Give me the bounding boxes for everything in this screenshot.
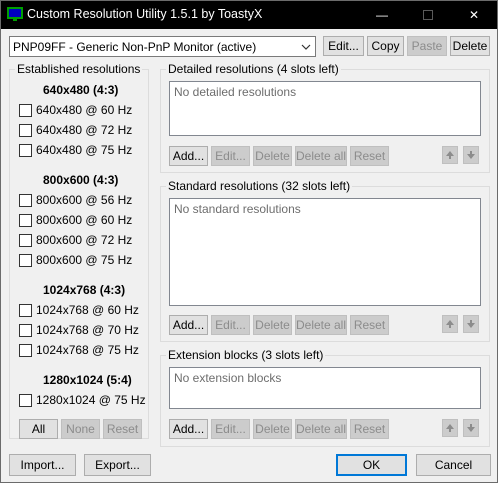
extension-title: Extension blocks (3 slots left) xyxy=(166,348,326,362)
maximize-icon xyxy=(423,10,433,20)
checkbox-label: 640x480 @ 60 Hz xyxy=(36,103,133,117)
copy-button[interactable]: Copy xyxy=(367,36,404,56)
checkbox-800x600-75[interactable]: 800x600 @ 75 Hz xyxy=(19,253,132,267)
detailed-reset-button[interactable]: Reset xyxy=(350,146,389,166)
established-reset-button[interactable]: Reset xyxy=(103,419,142,439)
app-window: Custom Resolution Utility 1.5.1 by Toast… xyxy=(0,0,498,483)
detailed-move-up-button[interactable] xyxy=(442,146,458,164)
detailed-title: Detailed resolutions (4 slots left) xyxy=(166,62,341,76)
standard-move-down-button[interactable] xyxy=(463,315,479,333)
checkbox-label: 800x600 @ 60 Hz xyxy=(36,213,133,227)
monitor-select-value: PNP09FF - Generic Non-PnP Monitor (activ… xyxy=(13,40,257,54)
checkbox-label: 1280x1024 @ 75 Hz xyxy=(36,393,146,407)
checkbox-label: 800x600 @ 72 Hz xyxy=(36,233,133,247)
checkbox-label: 640x480 @ 72 Hz xyxy=(36,123,133,137)
export-button[interactable]: Export... xyxy=(84,454,151,476)
checkbox-label: 640x480 @ 75 Hz xyxy=(36,143,133,157)
extension-add-button[interactable]: Add... xyxy=(169,419,208,439)
checkbox-800x600-72[interactable]: 800x600 @ 72 Hz xyxy=(19,233,132,247)
checkbox-box[interactable] xyxy=(19,193,32,207)
detailed-empty-text: No detailed resolutions xyxy=(174,85,297,99)
standard-delete-button[interactable]: Delete xyxy=(253,315,292,335)
extension-reset-button[interactable]: Reset xyxy=(350,419,389,439)
arrow-up-icon xyxy=(446,424,454,432)
detailed-edit-button[interactable]: Edit... xyxy=(211,146,250,166)
checkbox-box[interactable] xyxy=(19,213,32,227)
close-icon: ✕ xyxy=(468,8,480,22)
checkbox-1280x1024-75[interactable]: 1280x1024 @ 75 Hz xyxy=(19,393,146,407)
arrow-up-icon xyxy=(446,320,454,328)
checkbox-box[interactable] xyxy=(19,343,32,357)
select-none-button[interactable]: None xyxy=(61,419,100,439)
standard-delete-all-button[interactable]: Delete all xyxy=(295,315,347,335)
extension-edit-button[interactable]: Edit... xyxy=(211,419,250,439)
checkbox-800x600-56[interactable]: 800x600 @ 56 Hz xyxy=(19,193,132,207)
detailed-list[interactable]: No detailed resolutions xyxy=(169,81,481,136)
extension-move-down-button[interactable] xyxy=(463,419,479,437)
arrow-up-icon xyxy=(446,151,454,159)
paste-button[interactable]: Paste xyxy=(407,36,447,56)
standard-reset-button[interactable]: Reset xyxy=(350,315,389,335)
checkbox-1024x768-60[interactable]: 1024x768 @ 60 Hz xyxy=(19,303,139,317)
detailed-add-button[interactable]: Add... xyxy=(169,146,208,166)
detailed-move-down-button[interactable] xyxy=(463,146,479,164)
minimize-icon: — xyxy=(376,8,388,22)
standard-empty-text: No standard resolutions xyxy=(174,202,301,216)
checkbox-800x600-60[interactable]: 800x600 @ 60 Hz xyxy=(19,213,132,227)
chevron-down-icon xyxy=(301,44,311,50)
window-title: Custom Resolution Utility 1.5.1 by Toast… xyxy=(27,7,263,21)
checkbox-label: 1024x768 @ 70 Hz xyxy=(36,323,139,337)
close-button[interactable]: ✕ xyxy=(451,1,497,29)
minimize-button[interactable]: — xyxy=(359,1,405,29)
checkbox-label: 800x600 @ 75 Hz xyxy=(36,253,133,267)
section-header-800x600: 800x600 (4:3) xyxy=(43,173,119,187)
select-all-button[interactable]: All xyxy=(19,419,58,439)
extension-move-up-button[interactable] xyxy=(442,419,458,437)
extension-list[interactable]: No extension blocks xyxy=(169,367,481,409)
checkbox-640x480-60[interactable]: 640x480 @ 60 Hz xyxy=(19,103,132,117)
extension-delete-button[interactable]: Delete xyxy=(253,419,292,439)
monitor-select[interactable]: PNP09FF - Generic Non-PnP Monitor (activ… xyxy=(9,36,316,57)
monitor-delete-button[interactable]: Delete xyxy=(450,36,490,56)
standard-move-up-button[interactable] xyxy=(442,315,458,333)
extension-delete-all-button[interactable]: Delete all xyxy=(295,419,347,439)
established-title: Established resolutions xyxy=(15,62,143,76)
checkbox-box[interactable] xyxy=(19,393,32,407)
checkbox-640x480-75[interactable]: 640x480 @ 75 Hz xyxy=(19,143,132,157)
section-header-640x480: 640x480 (4:3) xyxy=(43,83,119,97)
standard-edit-button[interactable]: Edit... xyxy=(211,315,250,335)
section-header-1280x1024: 1280x1024 (5:4) xyxy=(43,373,132,387)
detailed-delete-button[interactable]: Delete xyxy=(253,146,292,166)
checkbox-box[interactable] xyxy=(19,233,32,247)
checkbox-label: 1024x768 @ 60 Hz xyxy=(36,303,139,317)
detailed-delete-all-button[interactable]: Delete all xyxy=(295,146,347,166)
checkbox-box[interactable] xyxy=(19,143,32,157)
checkbox-box[interactable] xyxy=(19,303,32,317)
import-button[interactable]: Import... xyxy=(9,454,76,476)
checkbox-1024x768-75[interactable]: 1024x768 @ 75 Hz xyxy=(19,343,139,357)
title-bar[interactable]: Custom Resolution Utility 1.5.1 by Toast… xyxy=(1,1,497,29)
checkbox-label: 800x600 @ 56 Hz xyxy=(36,193,133,207)
checkbox-box[interactable] xyxy=(19,253,32,267)
ok-button[interactable]: OK xyxy=(336,454,407,476)
arrow-down-icon xyxy=(467,151,475,159)
checkbox-label: 1024x768 @ 75 Hz xyxy=(36,343,139,357)
checkbox-box[interactable] xyxy=(19,123,32,137)
section-header-1024x768: 1024x768 (4:3) xyxy=(43,283,126,297)
extension-empty-text: No extension blocks xyxy=(174,371,282,385)
arrow-down-icon xyxy=(467,424,475,432)
checkbox-640x480-72[interactable]: 640x480 @ 72 Hz xyxy=(19,123,132,137)
checkbox-box[interactable] xyxy=(19,103,32,117)
cancel-button[interactable]: Cancel xyxy=(416,454,491,476)
arrow-down-icon xyxy=(467,320,475,328)
standard-title: Standard resolutions (32 slots left) xyxy=(166,179,353,193)
checkbox-box[interactable] xyxy=(19,323,32,337)
standard-list[interactable]: No standard resolutions xyxy=(169,198,481,306)
standard-add-button[interactable]: Add... xyxy=(169,315,208,335)
checkbox-1024x768-70[interactable]: 1024x768 @ 70 Hz xyxy=(19,323,139,337)
maximize-button[interactable] xyxy=(405,1,451,29)
monitor-icon xyxy=(7,7,23,21)
monitor-edit-button[interactable]: Edit... xyxy=(323,36,364,56)
